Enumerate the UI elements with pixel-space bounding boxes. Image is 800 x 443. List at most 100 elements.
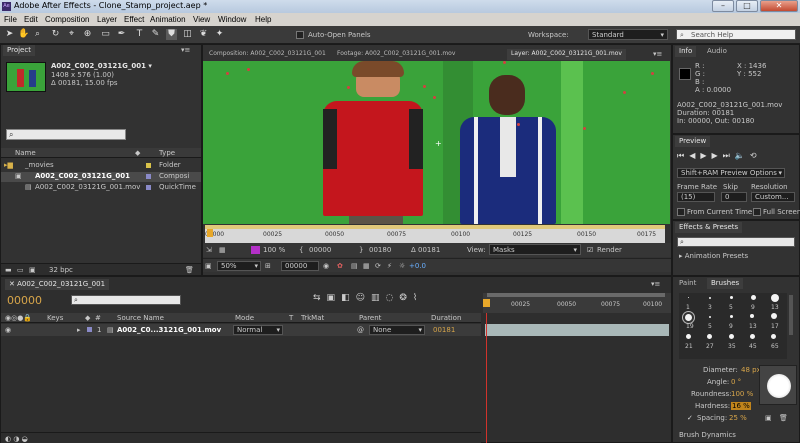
layer-mode-select[interactable]: Normal ▾ xyxy=(233,325,283,335)
comp-mini-flowchart-icon[interactable]: ⇆ xyxy=(313,293,327,303)
mute-icon[interactable]: 🔈 xyxy=(735,151,750,160)
trash-icon[interactable]: 🗑 xyxy=(779,414,788,422)
show-channel-icon[interactable]: ✿ xyxy=(337,262,343,270)
col-trkmat[interactable]: TrkMat xyxy=(301,314,324,322)
new-comp-icon[interactable]: ▣ xyxy=(29,266,36,274)
eraser-tool-icon[interactable]: ◫ xyxy=(182,29,193,40)
list-item[interactable]: ▣ A002_C002_03121G_001 Composi xyxy=(1,172,201,182)
brush-tip[interactable] xyxy=(685,314,692,321)
view-select[interactable]: Masks ▾ xyxy=(489,244,581,255)
zoom-percent[interactable]: 100 % xyxy=(263,246,285,254)
brainstorm-icon[interactable]: ❂ xyxy=(399,293,413,303)
frame-blending-icon[interactable]: ▥ xyxy=(371,293,386,303)
tab-effects-presets[interactable]: Effects & Presets xyxy=(675,222,743,233)
exposure-value[interactable]: +0.0 xyxy=(409,262,426,270)
first-frame-icon[interactable]: ⏮ xyxy=(677,151,689,160)
tab-preview[interactable]: Preview xyxy=(675,136,711,147)
menu-view[interactable]: View xyxy=(193,15,210,24)
resolution-select[interactable]: Custom... xyxy=(751,192,795,202)
layer-duration[interactable]: 00181 xyxy=(433,326,455,334)
col-name-header[interactable]: Name xyxy=(15,149,36,157)
pick-whip-icon[interactable]: @ xyxy=(357,326,364,334)
brush-tip[interactable] xyxy=(771,313,777,319)
menu-layer[interactable]: Layer xyxy=(97,15,117,24)
close-icon[interactable]: ✕ xyxy=(9,280,17,288)
interpret-footage-icon[interactable]: ▬ xyxy=(5,266,12,274)
tab-paint[interactable]: Paint xyxy=(675,278,700,289)
selection-tool-icon[interactable]: ➤ xyxy=(4,29,15,40)
workspace-select[interactable]: Standard ▾ xyxy=(588,29,668,40)
roi-icon[interactable]: ▤ xyxy=(351,262,358,270)
panel-menu-icon[interactable]: ▾≡ xyxy=(651,280,660,288)
magnification-select[interactable]: 50% ▾ xyxy=(217,261,261,271)
camera-snapshot-icon[interactable]: ◉ xyxy=(323,262,329,270)
menu-animation[interactable]: Animation xyxy=(150,15,186,24)
previous-frame-icon[interactable]: ◀ xyxy=(689,151,700,160)
expand-collapse-icon[interactable]: ◐ ◑ ◒ xyxy=(5,435,28,443)
brush-grid-scrollbar[interactable] xyxy=(789,295,793,335)
layer-duration-bar[interactable] xyxy=(485,324,669,336)
channel-icon[interactable]: ▦ xyxy=(219,246,226,254)
brush-tip[interactable] xyxy=(730,315,733,318)
brush-tip[interactable] xyxy=(686,334,691,339)
menu-file[interactable]: File xyxy=(4,15,17,24)
play-icon[interactable]: ▶ xyxy=(700,151,711,160)
animation-presets-item[interactable]: ▸ Animation Presets xyxy=(679,252,748,260)
angle-value[interactable]: 0 ° xyxy=(731,378,741,386)
current-time-indicator[interactable] xyxy=(207,229,213,237)
full-screen-checkbox[interactable] xyxy=(753,208,761,216)
col-duration[interactable]: Duration xyxy=(431,314,461,322)
loop-icon[interactable]: ⟲ xyxy=(750,151,762,160)
spacing-checkbox[interactable]: ✓ xyxy=(687,414,693,422)
rectangle-tool-icon[interactable]: ▭ xyxy=(100,29,111,40)
zoom-tool-icon[interactable]: ⌕ xyxy=(32,29,43,40)
menu-composition[interactable]: Composition xyxy=(45,15,89,24)
preview-mode-select[interactable]: Shift+RAM Preview Options ▾ xyxy=(677,168,785,178)
puppet-tool-icon[interactable]: ✦ xyxy=(214,29,225,40)
work-area-bar[interactable] xyxy=(487,293,665,297)
footage-frame[interactable]: + xyxy=(203,61,670,224)
time-end[interactable]: 00180 xyxy=(369,246,391,254)
panel-menu-icon[interactable]: ▾≡ xyxy=(181,46,190,54)
color-swatch[interactable] xyxy=(251,246,260,254)
rotate-tool-icon[interactable]: ↻ xyxy=(50,29,61,40)
tab-project[interactable]: Project xyxy=(3,45,35,56)
col-keys[interactable]: Keys xyxy=(47,314,63,322)
shy-icon[interactable]: ☺ xyxy=(356,293,371,303)
brush-tips-grid[interactable]: 1 3 5 9 13 19 5 9 13 17 21 27 35 45 65 xyxy=(679,293,787,359)
col-type-header[interactable]: Type xyxy=(159,149,175,157)
roundness-value[interactable]: 100 % xyxy=(731,390,753,398)
transparency-grid-icon[interactable]: ▦ xyxy=(363,262,370,270)
av-features-icon[interactable]: ◉◎●🔒 xyxy=(5,314,32,322)
draft-3d-icon[interactable]: ◧ xyxy=(341,293,356,303)
diameter-value[interactable]: 48 px xyxy=(741,366,761,374)
expand-triangle-icon[interactable]: ▸ xyxy=(77,326,81,334)
brush-dynamics-header[interactable]: Brush Dynamics xyxy=(679,431,736,439)
table-row[interactable]: ◉ ▸ 1 ▤ A002_C0...3121G_001.mov Normal ▾ … xyxy=(1,324,481,336)
menu-window[interactable]: Window xyxy=(218,15,246,24)
search-help-input[interactable]: ⌕ Search Help xyxy=(676,29,796,40)
next-frame-icon[interactable]: ▶ xyxy=(712,151,723,160)
render-checkbox[interactable]: ☑ xyxy=(587,246,593,254)
project-item-name[interactable]: A002_C002_03121G_001 ▾ xyxy=(51,62,152,70)
roto-brush-tool-icon[interactable]: ❦ xyxy=(198,29,209,40)
brush-tip[interactable] xyxy=(750,334,755,339)
menu-effect[interactable]: Effect xyxy=(124,15,144,24)
always-preview-icon[interactable]: ▣ xyxy=(205,262,212,270)
pan-behind-tool-icon[interactable]: ⊕ xyxy=(82,29,93,40)
current-time-indicator[interactable] xyxy=(483,299,490,307)
col-number-icon[interactable]: # xyxy=(95,314,101,322)
adjust-exposure-icon[interactable]: ☼ xyxy=(399,262,405,270)
label-color-swatch[interactable] xyxy=(87,327,92,332)
menu-help[interactable]: Help xyxy=(255,15,271,24)
camera-tool-icon[interactable]: ⌖ xyxy=(66,29,77,40)
timecode-field[interactable]: 00000 xyxy=(281,261,319,271)
fast-preview-icon[interactable]: ⚡ xyxy=(387,262,392,270)
brush-tip[interactable] xyxy=(751,295,756,300)
from-current-time-checkbox[interactable] xyxy=(677,208,685,216)
layer-time-ruler[interactable]: 00000 00025 00050 00075 00100 00125 0015… xyxy=(205,225,665,243)
clone-stamp-tool-icon[interactable]: ⛊ xyxy=(166,29,177,40)
new-folder-icon[interactable]: ▭ xyxy=(17,266,24,274)
tab-footage[interactable]: Footage: A002_C002_03121G_001.mov xyxy=(333,49,459,60)
brush-tip[interactable] xyxy=(729,334,734,339)
